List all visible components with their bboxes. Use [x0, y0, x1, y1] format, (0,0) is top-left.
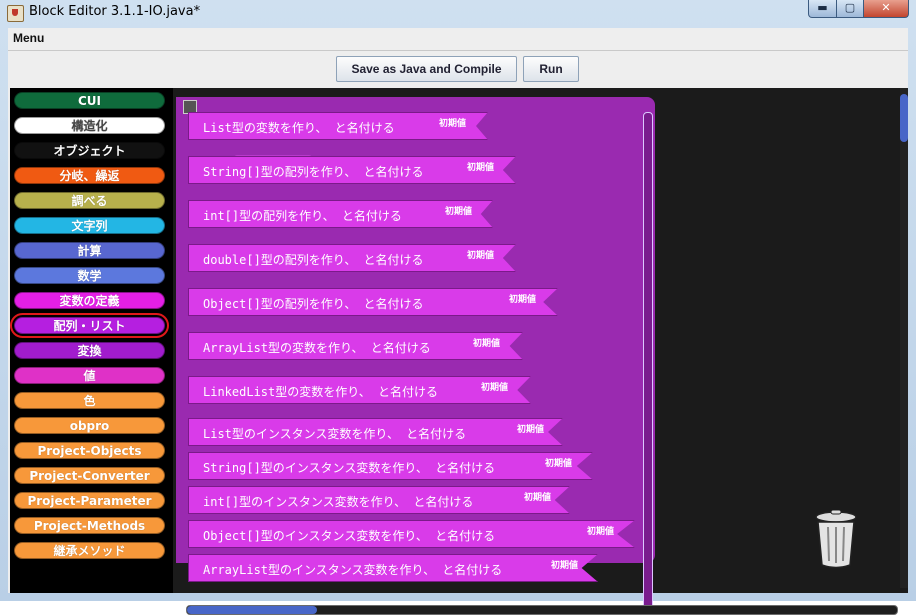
- menu-item-menu[interactable]: Menu: [13, 31, 44, 45]
- code-block[interactable]: String[]型の配列を作り、 と名付ける 初期値: [188, 156, 516, 184]
- block-drawer: main List型の変数を作り、 と名付ける初期値String[]型の配列を作…: [176, 97, 655, 612]
- initial-value-label: 初期値: [551, 561, 579, 571]
- code-block[interactable]: int[]型のインスタンス変数を作り、 と名付ける 初期値: [188, 486, 570, 514]
- category-button[interactable]: オブジェクト: [14, 142, 165, 159]
- window-content: Menu Save as Java and Compile Run CUI 構造化…: [8, 28, 908, 615]
- block-label: ArrayList型の変数を作り、 と名付ける: [203, 341, 431, 355]
- menu-bar: Menu: [8, 28, 908, 51]
- block-workspace[interactable]: main List型の変数を作り、 と名付ける初期値String[]型の配列を作…: [173, 88, 908, 615]
- category-button[interactable]: 継承メソッド: [14, 542, 165, 559]
- window-title: Block Editor 3.1.1-IO.java*: [29, 4, 201, 19]
- horizontal-scroll-thumb[interactable]: [187, 606, 317, 614]
- block-label: List型のインスタンス変数を作り、 と名付ける: [203, 427, 467, 441]
- block-label: int[]型のインスタンス変数を作り、 と名付ける: [203, 495, 474, 509]
- block-label: List型の変数を作り、 と名付ける: [203, 121, 395, 135]
- block-label: ArrayList型のインスタンス変数を作り、 と名付ける: [203, 563, 503, 577]
- block-label: Object[]型のインスタンス変数を作り、 と名付ける: [203, 529, 496, 543]
- vertical-scrollbar[interactable]: [900, 88, 908, 588]
- category-button[interactable]: 構造化: [14, 117, 165, 134]
- initial-value-label: 初期値: [473, 339, 501, 349]
- code-block[interactable]: LinkedList型の変数を作り、 と名付ける 初期値: [188, 376, 531, 404]
- minimize-button[interactable]: ▬: [808, 0, 837, 18]
- block-label: String[]型の配列を作り、 と名付ける: [203, 165, 424, 179]
- drawer-scrollbar[interactable]: [643, 112, 653, 612]
- code-block[interactable]: Object[]型の配列を作り、 と名付ける 初期値: [188, 288, 558, 316]
- category-button[interactable]: 変換: [14, 342, 165, 359]
- java-app-icon: [7, 5, 24, 22]
- title-bar[interactable]: Block Editor 3.1.1-IO.java* ▬ ▢ ✕: [0, 0, 916, 26]
- horizontal-scrollbar[interactable]: [186, 605, 898, 615]
- category-button[interactable]: 数学: [14, 267, 165, 284]
- maximize-button[interactable]: ▢: [836, 0, 864, 18]
- code-block[interactable]: List型のインスタンス変数を作り、 と名付ける 初期値: [188, 418, 563, 446]
- toolbar: Save as Java and Compile Run: [8, 51, 908, 89]
- code-block[interactable]: ArrayList型の変数を作り、 と名付ける 初期値: [188, 332, 523, 360]
- category-button[interactable]: Project-Objects: [14, 442, 165, 459]
- category-button[interactable]: Project-Converter: [14, 467, 165, 484]
- drawer-handle[interactable]: [183, 100, 197, 114]
- category-palette: CUI 構造化オブジェクト 分岐、繰返調べる文字列計算数学変数の定義配列・リスト変換…: [10, 88, 173, 593]
- code-block[interactable]: Object[]型のインスタンス変数を作り、 と名付ける 初期値: [188, 520, 635, 548]
- category-button[interactable]: 色: [14, 392, 165, 409]
- block-label: int[]型の配列を作り、 と名付ける: [203, 209, 402, 223]
- code-block[interactable]: double[]型の配列を作り、 と名付ける 初期値: [188, 244, 516, 272]
- close-button[interactable]: ✕: [863, 0, 909, 18]
- app-window: Block Editor 3.1.1-IO.java* ▬ ▢ ✕ Menu S…: [0, 0, 916, 615]
- category-button[interactable]: 調べる: [14, 192, 165, 209]
- initial-value-label: 初期値: [445, 207, 473, 217]
- block-label: double[]型の配列を作り、 と名付ける: [203, 253, 424, 267]
- category-button[interactable]: 分岐、繰返: [14, 167, 165, 184]
- category-button[interactable]: 変数の定義: [14, 292, 165, 309]
- block-label: Object[]型の配列を作り、 と名付ける: [203, 297, 424, 311]
- initial-value-label: 初期値: [509, 295, 537, 305]
- category-button[interactable]: 値: [14, 367, 165, 384]
- block-label: LinkedList型の変数を作り、 と名付ける: [203, 385, 438, 399]
- trash-can-icon[interactable]: [813, 510, 859, 570]
- code-block[interactable]: ArrayList型のインスタンス変数を作り、 と名付ける 初期値: [188, 554, 598, 582]
- block-label: String[]型のインスタンス変数を作り、 と名付ける: [203, 461, 496, 475]
- category-button[interactable]: Project-Parameter: [14, 492, 165, 509]
- initial-value-label: 初期値: [545, 459, 573, 469]
- code-block[interactable]: List型の変数を作り、 と名付ける 初期値: [188, 112, 488, 140]
- initial-value-label: 初期値: [481, 383, 509, 393]
- save-compile-button[interactable]: Save as Java and Compile: [336, 56, 517, 82]
- category-button[interactable]: 文字列: [14, 217, 165, 234]
- initial-value-label: 初期値: [467, 251, 495, 261]
- initial-value-label: 初期値: [517, 425, 545, 435]
- initial-value-label: 初期値: [524, 493, 552, 503]
- category-button[interactable]: 計算: [14, 242, 165, 259]
- category-button[interactable]: 配列・リスト: [10, 313, 169, 338]
- initial-value-label: 初期値: [439, 119, 467, 129]
- category-button[interactable]: Project-Methods: [14, 517, 165, 534]
- vertical-scroll-thumb[interactable]: [900, 94, 908, 142]
- category-button[interactable]: obpro: [14, 417, 165, 434]
- code-block[interactable]: String[]型のインスタンス変数を作り、 と名付ける 初期値: [188, 452, 593, 480]
- category-button[interactable]: CUI: [14, 92, 165, 109]
- initial-value-label: 初期値: [467, 163, 495, 173]
- code-block[interactable]: int[]型の配列を作り、 と名付ける 初期値: [188, 200, 493, 228]
- initial-value-label: 初期値: [587, 527, 615, 537]
- run-button[interactable]: Run: [523, 56, 579, 82]
